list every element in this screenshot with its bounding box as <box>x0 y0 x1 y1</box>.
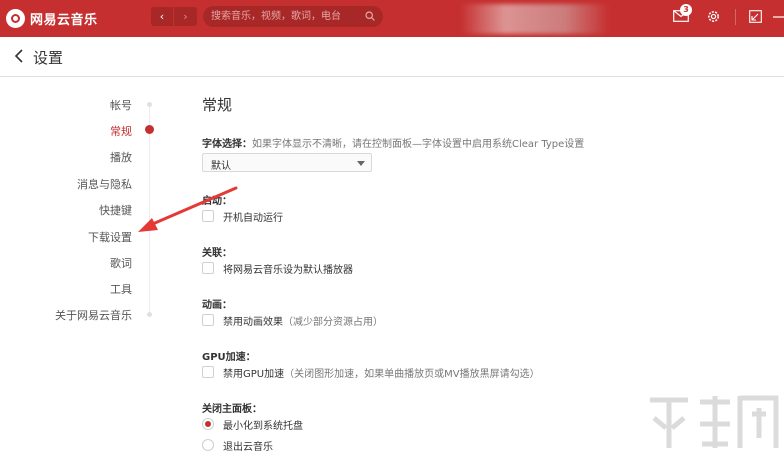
mail-count-badge: 3 <box>680 4 692 16</box>
search-icon[interactable] <box>365 11 375 21</box>
animation-option[interactable]: 禁用动画效果（减少部分资源占用） <box>202 313 383 328</box>
font-select[interactable]: 默认 <box>202 153 372 172</box>
close-option-minimize[interactable]: 最小化到系统托盘 <box>202 417 303 432</box>
font-select-value: 默认 <box>211 161 231 172</box>
section-heading: 常规 <box>202 96 233 114</box>
chevron-down-icon <box>357 161 365 166</box>
history-nav: ‹ › <box>151 7 197 26</box>
animation-option-label: 禁用动画效果（减少部分资源占用） <box>223 316 383 328</box>
sidebar-item-tools[interactable]: 工具 <box>110 281 132 297</box>
font-hint: 如果字体显示不清晰，请在控制面板—字体设置中启用系统Clear Type设置 <box>252 139 585 150</box>
disable-animation-checkbox[interactable] <box>202 314 214 326</box>
page-title: 设置 <box>33 49 64 67</box>
sidebar-item-privacy[interactable]: 消息与隐私 <box>77 176 132 192</box>
gpu-option[interactable]: 禁用GPU加速（关闭图形加速，如果单曲播放页或MV播放黑屏请勾选） <box>202 365 540 380</box>
watermark-logo <box>650 395 779 448</box>
close-option-exit-label: 退出云音乐 <box>223 441 273 453</box>
close-panel-label: 关闭主面板： <box>202 404 262 415</box>
mini-mode-icon[interactable] <box>749 10 762 23</box>
association-label: 关联： <box>202 248 232 259</box>
netease-logo-icon <box>6 8 25 28</box>
sidebar-item-general[interactable]: 常规 <box>110 123 132 139</box>
minimize-tray-radio[interactable] <box>202 418 214 430</box>
sidebar-item-about[interactable]: 关于网易云音乐 <box>55 307 132 323</box>
user-profile-blurred[interactable] <box>460 4 610 34</box>
sidebar-item-hotkeys[interactable]: 快捷键 <box>99 202 132 218</box>
toolbar-divider <box>735 9 736 25</box>
gpu-label: GPU加速： <box>202 352 256 363</box>
sidebar-dot <box>147 312 152 317</box>
close-option-exit[interactable]: 退出云音乐 <box>202 438 273 453</box>
gpu-option-label: 禁用GPU加速（关闭图形加速，如果单曲播放页或MV播放黑屏请勾选） <box>223 368 540 380</box>
sidebar-item-lyrics[interactable]: 歌词 <box>110 255 132 271</box>
forward-nav-button[interactable]: › <box>174 7 197 26</box>
association-option[interactable]: 将网易云音乐设为默认播放器 <box>202 261 353 276</box>
sidebar-dot <box>147 102 152 107</box>
search-box[interactable] <box>203 6 383 27</box>
sidebar-item-download[interactable]: 下载设置 <box>88 229 132 245</box>
disable-gpu-checkbox[interactable] <box>202 366 214 378</box>
search-input[interactable] <box>211 9 361 24</box>
close-option-minimize-label: 最小化到系统托盘 <box>223 420 303 432</box>
association-option-label: 将网易云音乐设为默认播放器 <box>223 264 353 276</box>
gear-icon[interactable] <box>706 9 721 24</box>
exit-app-radio[interactable] <box>202 439 214 451</box>
default-player-checkbox[interactable] <box>202 262 214 274</box>
back-nav-button[interactable]: ‹ <box>151 7 174 26</box>
page-header: 设置 <box>0 37 784 77</box>
sidebar-dot-active <box>145 125 154 134</box>
sidebar-item-account[interactable]: 帐号 <box>110 97 132 113</box>
font-label: 字体选择： <box>202 139 252 150</box>
sidebar-item-playback[interactable]: 播放 <box>110 149 132 165</box>
app-name: 网易云音乐 <box>30 12 98 28</box>
title-bar: 网易云音乐 ‹ › 3 <box>0 0 784 37</box>
animation-label: 动画： <box>202 300 232 311</box>
back-arrow-icon[interactable] <box>14 49 26 63</box>
annotation-arrow-icon <box>138 186 238 232</box>
app-logo[interactable]: 网易云音乐 <box>6 8 98 28</box>
minimize-icon[interactable] <box>772 10 784 23</box>
font-setting-label: 字体选择：如果字体显示不清晰，请在控制面板—字体设置中启用系统Clear Typ… <box>202 135 584 150</box>
